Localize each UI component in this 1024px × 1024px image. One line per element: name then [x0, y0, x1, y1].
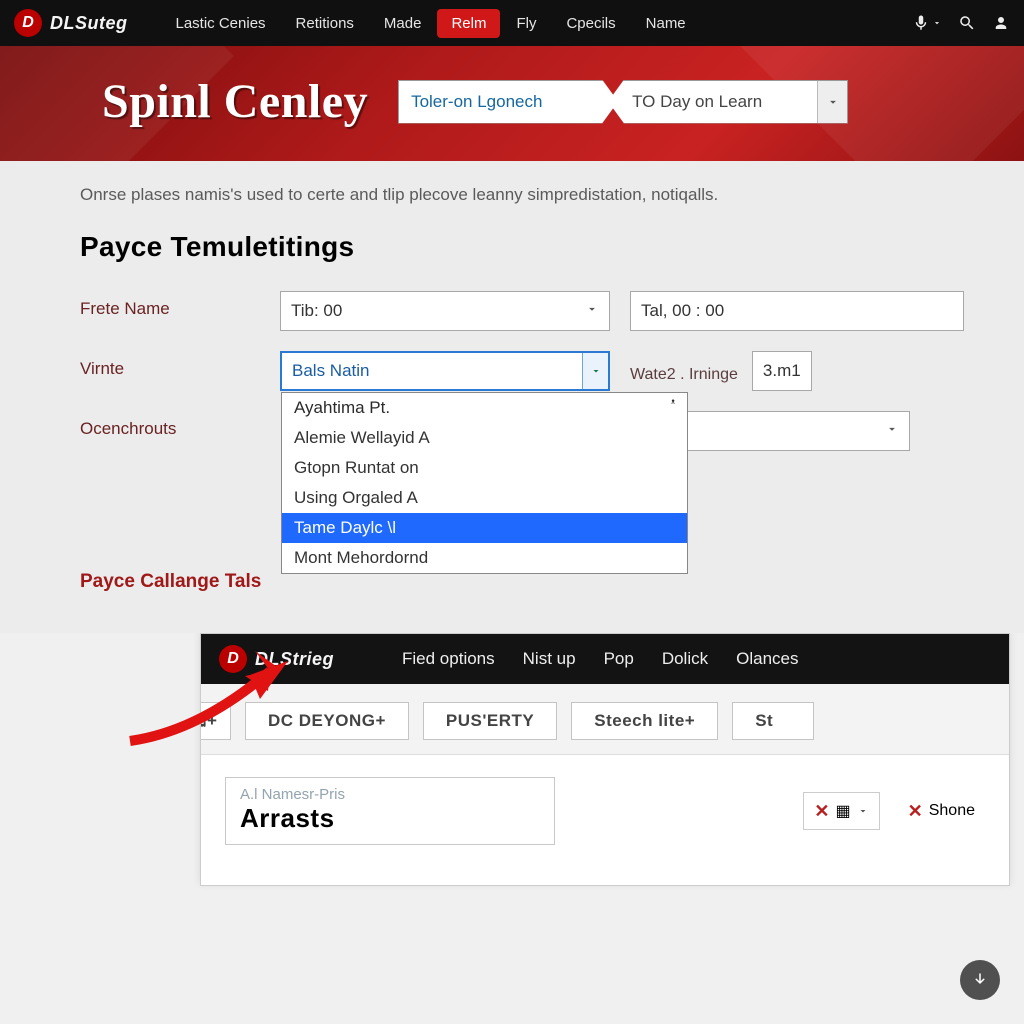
lower-panel: D DLStrieg Fied options Nist up Pop Doli…	[200, 633, 1010, 886]
lower-nav-3[interactable]: Dolick	[662, 649, 708, 669]
chevron-down-icon	[857, 805, 869, 817]
input-wate-short-value: 3.m1	[763, 361, 801, 381]
chip-0[interactable]: DC DEYONG+	[245, 702, 409, 740]
hero-select-2[interactable]: TO Day on Learn	[608, 80, 848, 124]
search-glyph-icon: ℷ+	[201, 711, 217, 731]
settings-form: Frete Name Tib: 00 Tal, 00 : 00 Virnte B…	[80, 291, 964, 451]
nav-right	[912, 14, 1010, 32]
chip-search[interactable]: ℷ+	[201, 702, 231, 740]
section-title: Payce Temuletitings	[80, 231, 964, 263]
arrow-down-icon	[971, 971, 989, 989]
input-tal-value: Tal, 00 : 00	[641, 301, 724, 321]
hero-banner: Spinl Cenley Toler-on Lgonech TO Day on …	[0, 46, 1024, 161]
lower-search-placeholder: A.l Namesr-Pris	[240, 786, 540, 803]
virnte-dropdown: Ayahtima Pt.ᵜ Alemie Wellayid A Gtopn Ru…	[281, 392, 688, 574]
label-frete-name: Frete Name	[80, 291, 260, 319]
nav-item-5[interactable]: Cpecils	[552, 9, 629, 38]
mic-dropdown[interactable]	[912, 14, 942, 32]
lower-brand-logo[interactable]: D DLStrieg	[219, 645, 334, 673]
top-nav: D DLSuteg Lastic Cenies Retitions Made R…	[0, 0, 1024, 46]
input-wate-short[interactable]: 3.m1	[752, 351, 812, 391]
nav-item-1[interactable]: Retitions	[282, 9, 368, 38]
nav-item-2[interactable]: Made	[370, 9, 436, 38]
search-icon[interactable]	[958, 14, 976, 32]
lower-right-controls: ✕ ▦ ✕ Shone	[803, 777, 985, 845]
dropdown-option-2[interactable]: Gtopn Runtat on	[282, 453, 687, 483]
chevron-down-icon	[817, 81, 847, 123]
dropdown-option-3[interactable]: Using Orgaled A	[282, 483, 687, 513]
lower-nav: D DLStrieg Fied options Nist up Pop Doli…	[201, 634, 1009, 684]
brand-mark-icon: D	[219, 645, 247, 673]
lower-nav-1[interactable]: Nist up	[523, 649, 576, 669]
payce-callange-link[interactable]: Payce Callange Tals	[80, 571, 261, 592]
nav-item-4[interactable]: Fly	[502, 9, 550, 38]
nav-item-6[interactable]: Name	[632, 9, 700, 38]
select-frete-name-value: Tib: 00	[291, 301, 342, 321]
lower-search-box[interactable]: A.l Namesr-Pris Arrasts	[225, 777, 555, 845]
chip-row: ℷ+ DC DEYONG+ PUS'ERTY Steech lite+ St	[201, 684, 1009, 755]
intro-text: Onrse plases namis's used to certe and t…	[80, 185, 964, 205]
chevron-down-icon	[932, 18, 942, 28]
chip-3-partial[interactable]: St	[732, 702, 814, 740]
close-icon: ✕	[814, 801, 829, 822]
hero-controls: Toler-on Lgonech TO Day on Learn	[398, 80, 848, 124]
chip-2[interactable]: Steech lite+	[571, 702, 718, 740]
link-row: Payce Callange Tals	[80, 571, 964, 593]
chevron-down-icon	[885, 421, 899, 441]
lower-nav-0[interactable]: Fied options	[402, 649, 495, 669]
brand-logo[interactable]: D DLSuteg	[14, 9, 128, 37]
mic-icon	[912, 14, 930, 32]
dropdown-option-5[interactable]: Mont Mehordornd	[282, 543, 687, 573]
select-virnte[interactable]: Bals Natin Ayahtima Pt.ᵜ Alemie Wellayid…	[280, 351, 610, 391]
nav-item-3[interactable]: Relm	[437, 9, 500, 38]
user-icon[interactable]	[992, 14, 1010, 32]
select-frete-name[interactable]: Tib: 00	[280, 291, 610, 331]
mini-ctrl-grid[interactable]: ✕ ▦	[803, 792, 879, 830]
label-virnte: Virnte	[80, 351, 260, 379]
nav-item-0[interactable]: Lastic Cenies	[162, 9, 280, 38]
dropdown-option-1[interactable]: Alemie Wellayid A	[282, 423, 687, 453]
dropdown-option-4[interactable]: Tame Daylc \l	[282, 513, 687, 543]
close-icon: ✕	[908, 801, 923, 822]
scroll-down-button[interactable]	[960, 960, 1000, 1000]
hero-select-1[interactable]: Toler-on Lgonech	[398, 80, 618, 124]
brand-mark-icon: D	[14, 9, 42, 37]
dropdown-option-0[interactable]: Ayahtima Pt.ᵜ	[282, 393, 687, 423]
mini-ctrl-shone-label: Shone	[929, 802, 975, 820]
chip-1[interactable]: PUS'ERTY	[423, 702, 557, 740]
label-wate-irninge: Wate2 . Irninge	[630, 358, 738, 384]
label-ocenchrouts: Ocenchrouts	[80, 411, 260, 439]
superscript-icon: ᵜ	[671, 398, 675, 409]
mini-ctrl-shone[interactable]: ✕ Shone	[898, 792, 985, 830]
brand-text: DLSuteg	[50, 13, 128, 34]
lower-body: A.l Namesr-Pris Arrasts ✕ ▦ ✕ Shone	[201, 755, 1009, 885]
chevron-down-icon	[585, 301, 599, 321]
lower-nav-4[interactable]: Olances	[736, 649, 798, 669]
select-virnte-value: Bals Natin	[292, 361, 369, 381]
input-tal[interactable]: Tal, 00 : 00	[630, 291, 964, 331]
lower-nav-2[interactable]: Pop	[604, 649, 634, 669]
hero-select-1-value: Toler-on Lgonech	[411, 92, 542, 112]
hero-select-2-value: TO Day on Learn	[632, 92, 762, 112]
lower-search-value: Arrasts	[240, 803, 540, 834]
page-title: Spinl Cenley	[102, 74, 368, 129]
nav-items: Lastic Cenies Retitions Made Relm Fly Cp…	[162, 9, 700, 38]
chevron-down-icon	[582, 353, 608, 389]
grid-icon: ▦	[836, 801, 851, 821]
main-content: Onrse plases namis's used to certe and t…	[0, 161, 1024, 633]
lower-brand-text: DLStrieg	[255, 649, 334, 670]
